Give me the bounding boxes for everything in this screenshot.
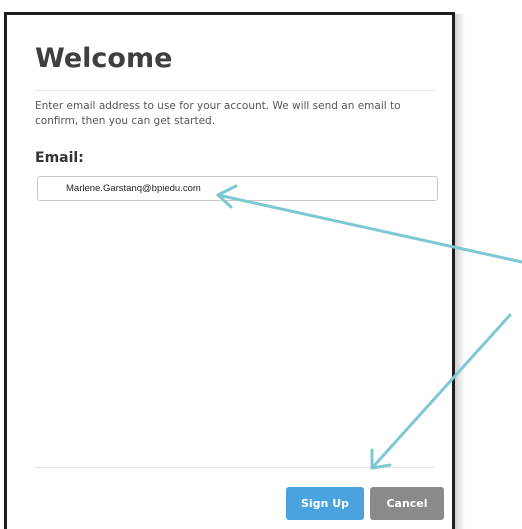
annotation-arrows xyxy=(216,184,522,470)
arrow-to-email-line xyxy=(216,193,522,264)
arrow-to-signup-line xyxy=(370,313,512,470)
